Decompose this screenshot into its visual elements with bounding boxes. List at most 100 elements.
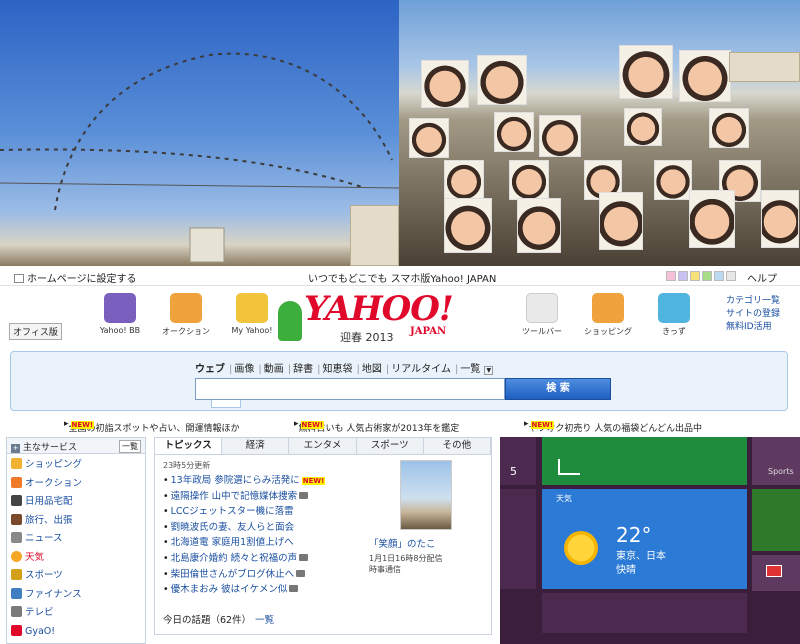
service-toolbar[interactable]: ツールバー [518, 293, 566, 337]
weather-condition: 快晴 [616, 565, 636, 576]
promo-link[interactable]: ▸ 無料占いも 人気占術家が2013年を鑑定 NEW! [294, 419, 459, 434]
separator: | [317, 364, 321, 375]
featured-meta: 1月1日16時8分配信 時事通信 [369, 553, 483, 575]
service-auction[interactable]: オークション [162, 293, 210, 337]
site-register-link[interactable]: サイトの登録 [726, 308, 780, 321]
search-tab-web[interactable]: ウェブ [195, 364, 225, 375]
featured-source: 時事通信 [369, 565, 401, 574]
snake-mascot-icon [278, 301, 302, 341]
service-item-label: GyaO! [25, 625, 56, 637]
help-link[interactable]: ヘルプ [747, 270, 777, 285]
new-badge: NEW! [300, 421, 325, 429]
services-list-button[interactable]: 一覧 [119, 440, 141, 453]
topic-item[interactable]: 北海道電 家庭用1割値上げへ [163, 535, 363, 551]
promo-text: 全国の初詣スポットや占い、開運情報ほか [68, 424, 240, 434]
tab-entertainment[interactable]: エンタメ [289, 438, 357, 454]
today-topics-count[interactable]: 今日の話題（62件） [163, 615, 251, 626]
tab-sports[interactable]: スポーツ [356, 438, 424, 454]
today-topics-list-link[interactable]: 一覧 [255, 615, 274, 626]
search-tab-list[interactable]: 一覧 [460, 364, 480, 375]
theme-swatch[interactable] [726, 271, 736, 281]
suitcase-icon [11, 513, 22, 525]
topic-item[interactable]: 遠隔操作 山中で記憶媒体捜索 [163, 489, 363, 505]
service-kids[interactable]: きっず [650, 293, 698, 337]
service-item-sports[interactable]: スポーツ [11, 567, 141, 586]
topic-item[interactable]: 優木まおみ 彼はイケメン似 [163, 582, 363, 598]
child-face [477, 55, 527, 105]
service-yahoo-bb[interactable]: Yahoo! BB [96, 293, 144, 335]
search-tab-realtime[interactable]: リアルタイム [391, 364, 451, 375]
search-tab-chiebukuro[interactable]: 知恵袋 [323, 364, 353, 375]
service-item-gyao[interactable]: GyaO! [11, 623, 141, 642]
topic-text: 柴田倫世さんがブログ休止へ [170, 568, 295, 580]
theme-swatch[interactable] [666, 271, 676, 281]
new-badge: NEW! [70, 421, 95, 429]
topic-text: 北海道電 家庭用1割値上げへ [170, 537, 294, 549]
featured-photo-news[interactable]: 「笑顔」のたこ 1月1日16時8分配信 時事通信 [369, 460, 483, 575]
search-options-toggle[interactable] [211, 400, 241, 408]
search-tab-video[interactable]: 動画 [264, 364, 284, 375]
service-item-label: 日用品宅配 [25, 496, 73, 507]
free-id-link[interactable]: 無料ID活用 [726, 321, 780, 334]
main-services-title: 主なサービス [23, 443, 78, 453]
smartphone-tagline[interactable]: いつでもどこでも スマホ版Yahoo! JAPAN [308, 270, 496, 285]
tab-topics[interactable]: トピックス [155, 438, 223, 454]
camera-icon [289, 585, 299, 593]
search-tab-dictionary[interactable]: 辞書 [293, 364, 313, 375]
chevron-down-icon[interactable]: ▼ [484, 366, 494, 375]
search-button[interactable]: 検 索 [505, 378, 611, 400]
category-list-link[interactable]: カテゴリ一覧 [726, 295, 780, 308]
service-my-yahoo[interactable]: My Yahoo! [228, 293, 276, 335]
weather-label: 天気 [556, 494, 572, 503]
search-tab-map[interactable]: 地図 [362, 364, 382, 375]
topic-item[interactable]: 柴田倫世さんがブログ休止へ [163, 567, 363, 583]
set-homepage-link[interactable]: ホームページに設定する [14, 270, 137, 285]
topic-text: 劉暁波氏の妻、友人らと面会 [170, 521, 295, 533]
service-item-travel[interactable]: 旅行、出張 [11, 512, 141, 531]
tab-other[interactable]: その他 [423, 438, 492, 454]
topic-item[interactable]: 13年政局 参院選にらみ活発にNEW! [163, 473, 363, 489]
office-version-button[interactable]: オフィス版 [9, 323, 62, 340]
search-tab-image[interactable]: 画像 [234, 364, 254, 375]
logo-year: 迎春 2013 [340, 331, 394, 344]
topic-item[interactable]: LCCジェットスター機に落雷 [163, 504, 363, 520]
service-item-label: 旅行、出張 [25, 514, 73, 526]
theme-swatch[interactable] [702, 271, 712, 281]
search-input[interactable] [195, 378, 505, 400]
service-item-finance[interactable]: ファイナンス [11, 586, 141, 605]
service-shopping[interactable]: ショッピング [584, 293, 632, 337]
promo-link[interactable]: ▸ ヤフオク初売り 人気の福袋どんどん出品中 NEW! [524, 419, 702, 434]
promo-text: ヤフオク初売り 人気の福袋どんどん出品中 [528, 424, 702, 434]
tile-number: 5 [500, 437, 536, 485]
new-badge: NEW! [301, 477, 326, 485]
topic-item[interactable]: 劉暁波氏の妻、友人らと面会 [163, 520, 363, 536]
service-item-shopping[interactable]: ショッピング [11, 456, 141, 475]
theme-swatch[interactable] [678, 271, 688, 281]
service-item-weather[interactable]: 天気 [11, 549, 141, 568]
tab-economy[interactable]: 経済 [222, 438, 290, 454]
camera-icon [299, 491, 309, 499]
topics-tabs: トピックス 経済 エンタメ スポーツ その他 [155, 438, 492, 455]
service-item-daily-goods[interactable]: 日用品宅配 [11, 493, 141, 512]
featured-thumbnail[interactable] [400, 460, 452, 530]
featured-date: 1月1日16時8分配信 [369, 554, 443, 563]
children-faces-photo [399, 0, 800, 266]
toolbar-icon [526, 293, 558, 323]
topic-item[interactable]: 北島康介婚約 続々と祝福の声 [163, 551, 363, 567]
topic-text: 北島康介婚約 続々と祝福の声 [170, 552, 298, 564]
yahoo-japan-logo[interactable]: YAHOO! 迎春 2013 JAPAN [278, 289, 488, 345]
service-item-tv[interactable]: テレビ [11, 604, 141, 623]
sports-tile: Sports [752, 437, 800, 485]
yahoo-bb-icon [104, 293, 136, 323]
topic-text: 13年政局 参院選にらみ活発に [170, 475, 300, 486]
theme-swatch[interactable] [690, 271, 700, 281]
collapse-icon[interactable]: + [11, 444, 20, 453]
service-item-auction[interactable]: オークション [11, 475, 141, 494]
updated-time: 23時5分更新 [163, 461, 211, 470]
theme-swatch[interactable] [714, 271, 724, 281]
topic-text: LCCジェットスター機に落雷 [170, 506, 294, 518]
service-item-news[interactable]: ニュース [11, 530, 141, 549]
featured-title[interactable]: 「笑顔」のたこ [369, 536, 483, 550]
promo-link[interactable]: ▸ 全国の初詣スポットや占い、開運情報ほか NEW! [64, 419, 240, 434]
trophy-icon [11, 569, 22, 580]
